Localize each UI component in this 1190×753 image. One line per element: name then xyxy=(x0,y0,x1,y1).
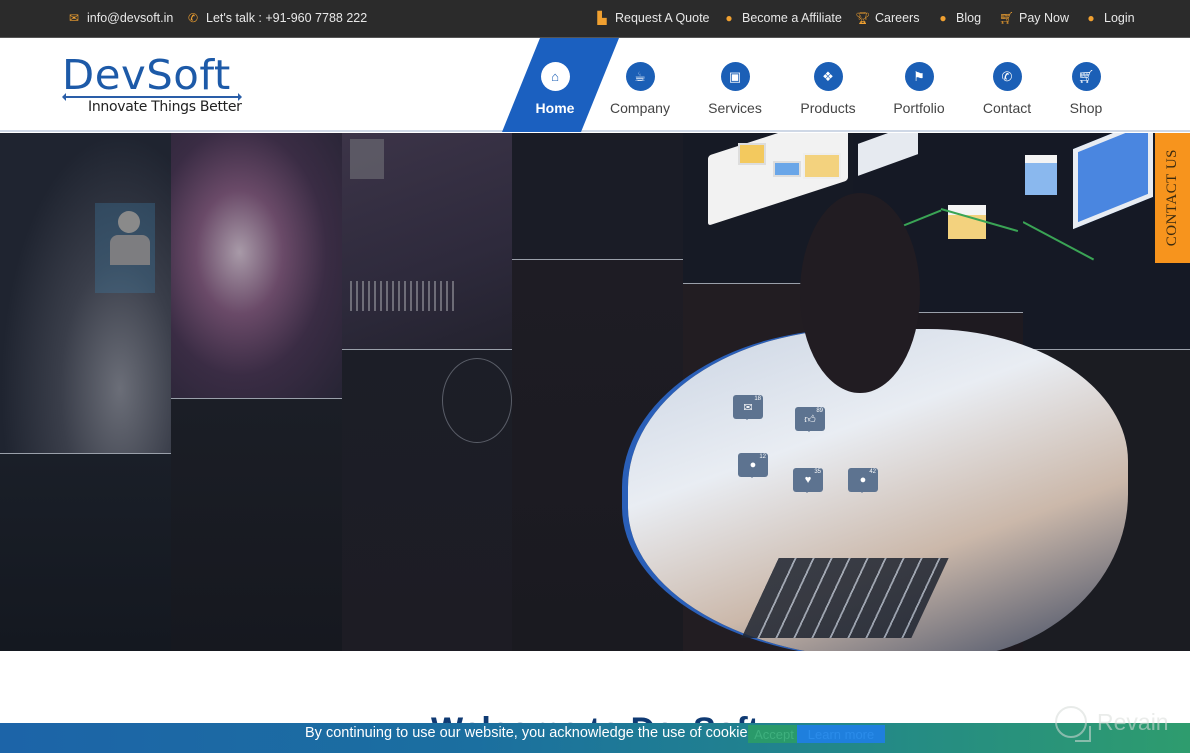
logo-tagline: Innovate Things Better xyxy=(88,99,242,115)
login-label: Login xyxy=(1104,11,1135,25)
login-link[interactable]: ● Login xyxy=(1084,11,1135,25)
nav-contact[interactable]: ✆ Contact xyxy=(981,38,1033,132)
hero-panel-burst xyxy=(171,133,342,398)
hero-panel-globe xyxy=(0,133,171,453)
trophy-icon: 🏆︎ xyxy=(855,11,871,25)
blog-label: Blog xyxy=(956,11,982,25)
hero-decor-server xyxy=(1025,155,1057,195)
hero-bubble-heart: ♥ 35 xyxy=(793,468,823,493)
nav-portfolio[interactable]: ⚑ Portfolio xyxy=(891,38,947,132)
hero-decor-person-body xyxy=(110,235,150,265)
quote-document-icon: ▙ xyxy=(597,11,607,25)
bubble-count: 12 xyxy=(759,454,766,460)
bubble-count: 18 xyxy=(754,396,761,402)
nav-portfolio-label: Portfolio xyxy=(893,100,945,116)
nav-home-label: Home xyxy=(535,100,575,116)
hero-panel-dark xyxy=(0,454,171,651)
logo-underline xyxy=(62,93,242,101)
hero-photo-mask xyxy=(800,193,920,393)
hero-column xyxy=(342,133,512,651)
hero-decor-server xyxy=(948,205,986,239)
envelope-icon: ✉ xyxy=(68,11,80,25)
hero-banner: ✉ 18 👍︎ 89 ● 12 ♥ 35 ● 42 xyxy=(0,133,1190,651)
cookie-learn-more-button[interactable]: Learn more xyxy=(797,725,885,743)
hero-decor-person-head xyxy=(118,211,140,233)
bubble-count: 35 xyxy=(814,469,821,475)
hero-bubble-user: ● 12 xyxy=(738,453,768,478)
cookie-message: By continuing to use our website, you ac… xyxy=(305,725,759,741)
hero-bubble-mail: ✉ 18 xyxy=(733,395,763,420)
cart-icon: 🛒︎ xyxy=(999,11,1015,25)
pay-now-link[interactable]: 🛒︎ Pay Now xyxy=(999,11,1069,25)
hero-decor-bars xyxy=(350,281,458,311)
devsoft-logo[interactable]: DevSoft Innovate Things Better xyxy=(62,52,244,122)
hero-column xyxy=(0,133,171,651)
hero-bubble-chat: ● 42 xyxy=(848,468,878,493)
nav-home[interactable]: ⌂ Home xyxy=(533,38,577,132)
nav-company[interactable]: ☕︎ Company xyxy=(609,38,671,132)
become-affiliate-link[interactable]: ● Become a Affiliate xyxy=(722,11,842,25)
nav-shop-label: Shop xyxy=(1069,100,1103,116)
nav-services[interactable]: ▣ Services xyxy=(706,38,764,132)
email-link[interactable]: ✉ info@devsoft.in xyxy=(67,11,173,25)
hero-panel-dark xyxy=(171,399,342,651)
nav-company-label: Company xyxy=(610,100,670,116)
gift-icon: ▣ xyxy=(720,62,750,91)
user-icon: ● xyxy=(1087,11,1095,25)
hero-panel-dark xyxy=(512,133,683,259)
home-icon: ⌂ xyxy=(540,62,570,91)
logo-wordmark: DevSoft xyxy=(62,51,231,99)
coffee-cup-icon: ☕︎ xyxy=(625,62,655,91)
top-bar: ✉ info@devsoft.in ✆ Let's talk : +91-960… xyxy=(0,0,1190,38)
careers-label: Careers xyxy=(875,11,920,25)
cart-icon: 🛒︎ xyxy=(1071,62,1101,91)
nav-products[interactable]: ❖ Products xyxy=(799,38,857,132)
bubble-count: 42 xyxy=(869,469,876,475)
revain-watermark: Revain xyxy=(1055,706,1169,742)
careers-link[interactable]: 🏆︎ Careers xyxy=(855,11,919,25)
hero-decor-wire-globe xyxy=(442,358,512,443)
hero-column xyxy=(171,133,342,651)
request-quote-label: Request A Quote xyxy=(615,11,710,25)
phone-link[interactable]: ✆ Let's talk : +91-960 7788 222 xyxy=(186,11,367,25)
comment-icon: ● xyxy=(939,11,947,25)
hero-decor-server xyxy=(803,153,841,179)
contact-us-tab[interactable]: CONTACT US xyxy=(1155,133,1190,263)
contact-us-label: CONTACT US xyxy=(1164,149,1180,247)
become-affiliate-label: Become a Affiliate xyxy=(742,11,842,25)
cookie-banner: By continuing to use our website, you ac… xyxy=(0,723,1190,753)
hero-decor-profile xyxy=(350,139,384,179)
nav-products-label: Products xyxy=(800,100,856,116)
bubble-count: 89 xyxy=(816,408,823,414)
nav-services-label: Services xyxy=(708,100,762,116)
phone-icon: ✆ xyxy=(187,11,199,25)
hero-bubble-like: 👍︎ 89 xyxy=(795,407,825,432)
revain-logo-icon xyxy=(1055,706,1091,742)
blog-link[interactable]: ● Blog xyxy=(936,11,981,25)
pay-now-label: Pay Now xyxy=(1019,11,1070,25)
cookie-accept-button[interactable]: Accept xyxy=(748,725,800,743)
revain-label: Revain xyxy=(1097,708,1169,735)
site-header: DevSoft Innovate Things Better ⌂ Home ☕︎… xyxy=(0,38,1190,132)
cubes-icon: ❖ xyxy=(813,62,843,91)
phone-text: Let's talk : +91-960 7788 222 xyxy=(206,11,368,25)
hero-decor-server xyxy=(773,161,801,177)
user-icon: ● xyxy=(725,11,733,25)
hero-decor-server xyxy=(738,143,766,165)
email-text: info@devsoft.in xyxy=(87,11,174,25)
phone-icon: ✆ xyxy=(992,62,1022,91)
request-quote-link[interactable]: ▙ Request A Quote xyxy=(595,11,710,25)
nav-shop[interactable]: 🛒︎ Shop xyxy=(1067,38,1105,132)
nav-contact-label: Contact xyxy=(982,100,1032,116)
flag-icon: ⚑ xyxy=(904,62,934,91)
